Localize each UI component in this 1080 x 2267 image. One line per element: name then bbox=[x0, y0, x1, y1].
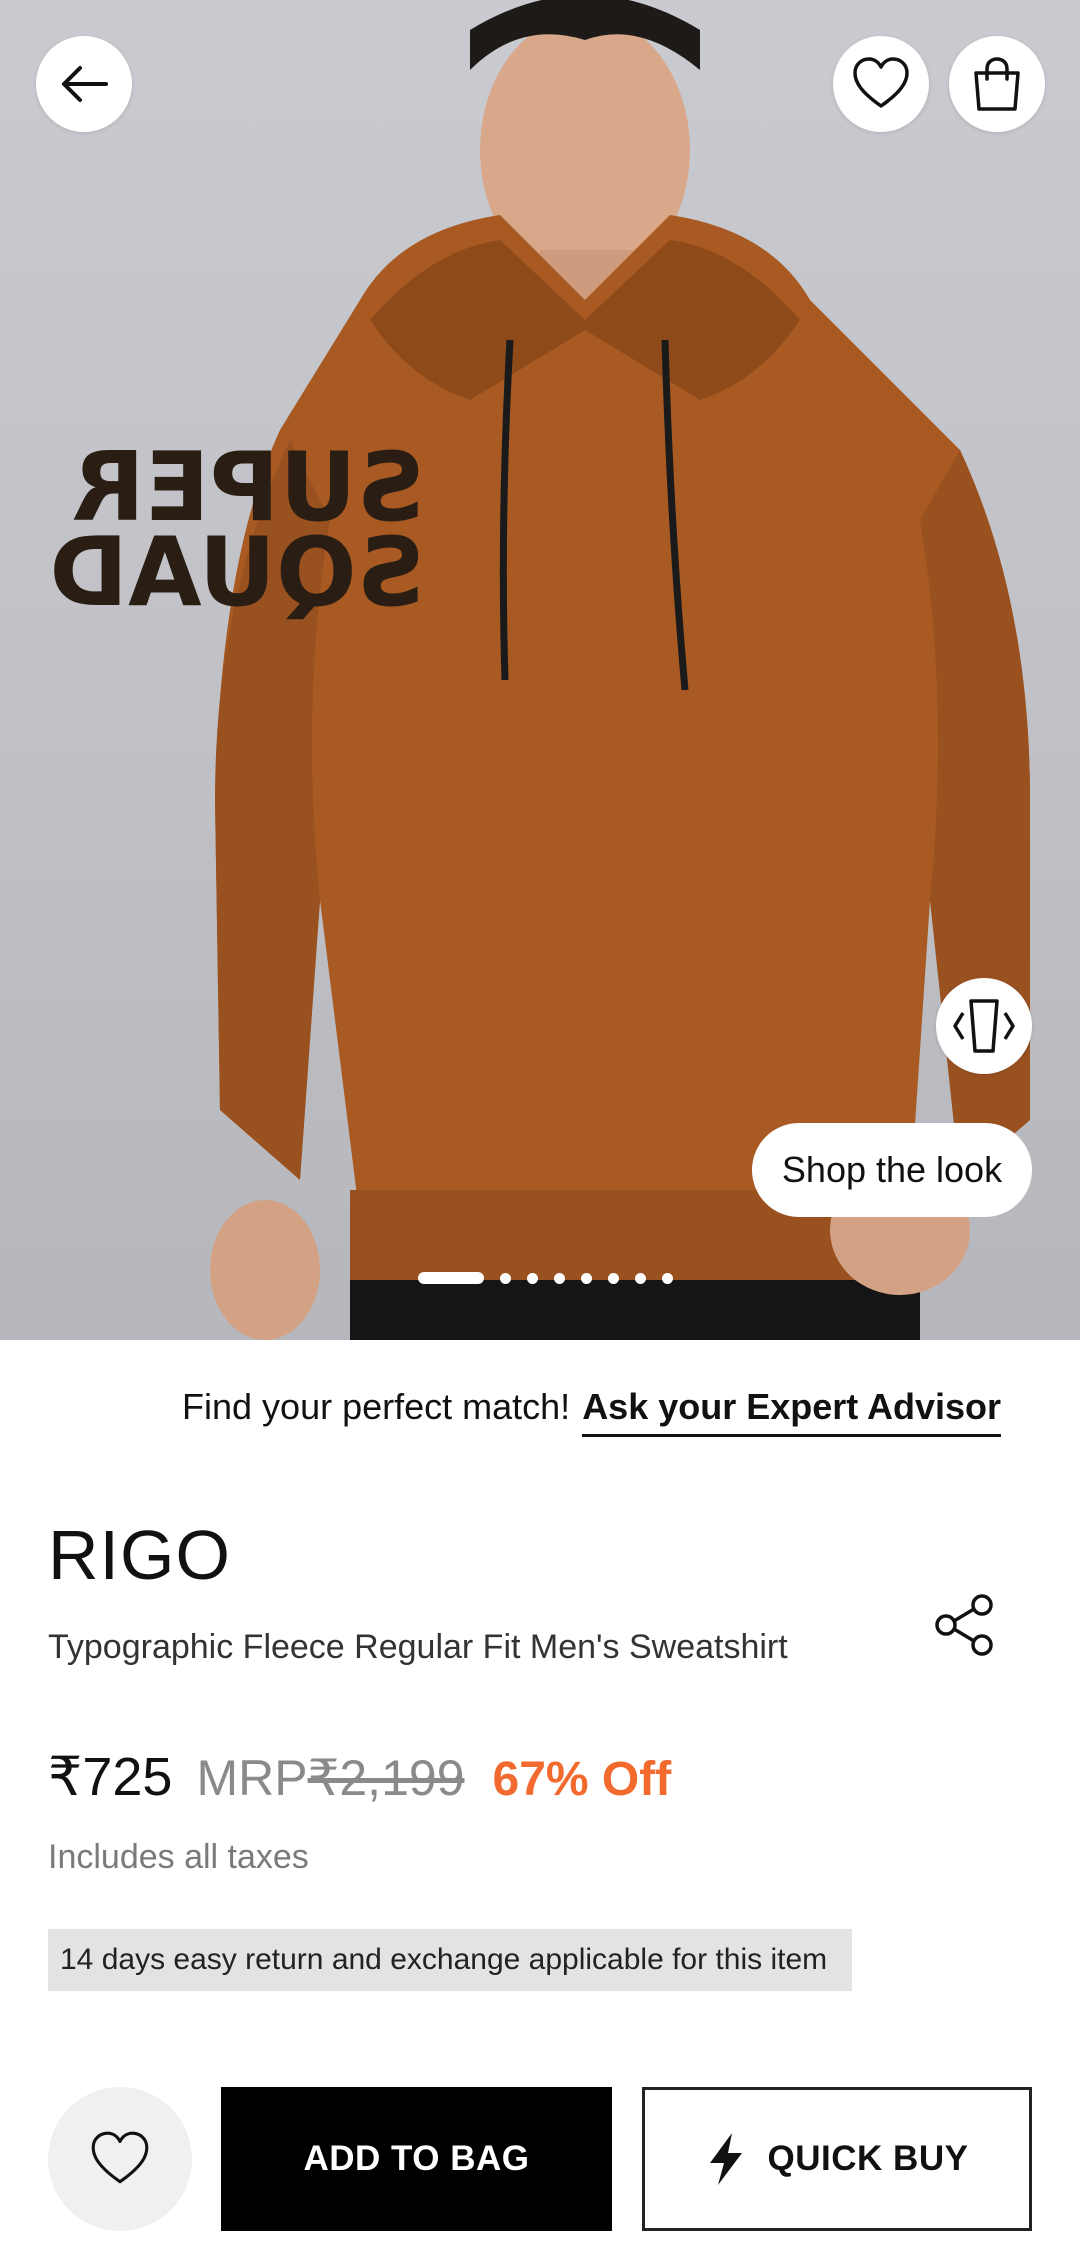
svg-text:SQUAD: SQUAD bbox=[49, 518, 425, 628]
pagination-dot[interactable] bbox=[499, 1272, 511, 1284]
pagination-dot[interactable] bbox=[526, 1272, 538, 1284]
add-to-wishlist-button[interactable] bbox=[48, 2087, 192, 2231]
quick-buy-button[interactable]: QUICK BUY bbox=[642, 2087, 1032, 2231]
taxes-note: Includes all taxes bbox=[48, 1838, 309, 1876]
pagination-dot[interactable] bbox=[607, 1272, 619, 1284]
discount-badge: 67% Off bbox=[492, 1753, 672, 1806]
shop-the-look-button[interactable]: Shop the look bbox=[752, 1123, 1032, 1217]
back-button[interactable] bbox=[36, 36, 132, 132]
add-to-bag-button[interactable]: ADD TO BAG bbox=[221, 2087, 612, 2231]
product-title: Typographic Fleece Regular Fit Men's Swe… bbox=[48, 1628, 788, 1666]
wishlist-button[interactable] bbox=[833, 36, 929, 132]
shopping-bag-icon bbox=[974, 57, 1020, 111]
mrp-price: ₹2,199 bbox=[307, 1750, 465, 1806]
image-pagination bbox=[0, 1270, 1080, 1286]
pagination-dot[interactable] bbox=[634, 1272, 646, 1284]
heart-icon bbox=[853, 57, 909, 108]
pagination-dot[interactable] bbox=[661, 1272, 673, 1284]
expert-advisor-link[interactable]: Ask your Expert Advisor bbox=[582, 1386, 1001, 1437]
brand-name[interactable]: RIGO bbox=[48, 1515, 231, 1595]
view-3d-button[interactable] bbox=[936, 978, 1032, 1074]
pagination-dot-active[interactable] bbox=[417, 1272, 484, 1284]
return-policy-note: 14 days easy return and exchange applica… bbox=[48, 1929, 852, 1991]
mrp-label: MRP bbox=[196, 1750, 308, 1806]
arrow-left-icon bbox=[62, 66, 108, 102]
heart-icon bbox=[91, 2131, 149, 2184]
selling-price: ₹725 bbox=[48, 1747, 173, 1807]
price-row: ₹725 MRP ₹2,199 67% Off bbox=[48, 1745, 671, 1808]
bag-button[interactable] bbox=[949, 36, 1045, 132]
advisor-prompt: Find your perfect match! bbox=[182, 1386, 571, 1427]
pagination-dot[interactable] bbox=[580, 1272, 592, 1284]
cube-rotate-icon bbox=[953, 999, 1015, 1053]
pagination-dot[interactable] bbox=[553, 1272, 565, 1284]
quick-buy-label: QUICK BUY bbox=[767, 2139, 969, 2178]
share-button[interactable] bbox=[930, 1590, 1000, 1660]
lightning-icon bbox=[709, 2133, 742, 2185]
product-image-gallery[interactable]: SUPER SQUAD Shop the look bbox=[0, 0, 1080, 1340]
expert-advisor-row: Find your perfect match! Ask your Expert… bbox=[182, 1386, 1001, 1437]
share-icon bbox=[935, 1594, 993, 1656]
